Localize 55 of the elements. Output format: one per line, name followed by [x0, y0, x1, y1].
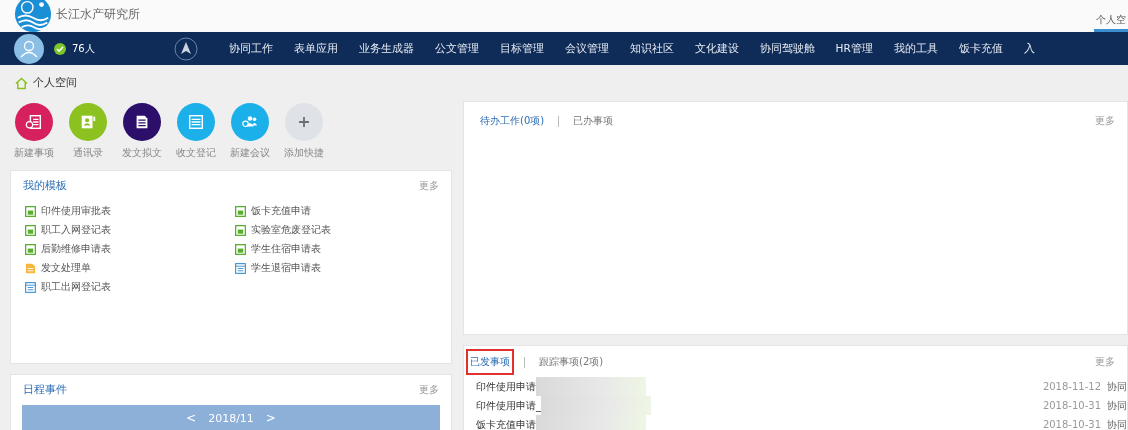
item-date: 2018-10-31: [1042, 400, 1101, 411]
nav-menu-item[interactable]: 表单应用: [283, 41, 348, 56]
document-icon: [25, 262, 36, 274]
form-icon: [25, 224, 36, 236]
template-link[interactable]: 印件使用审批表: [41, 204, 111, 218]
nav-menu-item[interactable]: 入: [1013, 41, 1046, 56]
card-tab[interactable]: 已发事项: [466, 349, 514, 375]
item-date: 2018-10-31: [1042, 419, 1101, 430]
avatar-icon[interactable]: [14, 33, 44, 64]
item-date: 2018-11-12: [1042, 381, 1101, 392]
form-icon: [235, 205, 246, 217]
template-link[interactable]: 饭卡充值申请: [251, 204, 311, 218]
template-link[interactable]: 实验室危废登记表: [251, 223, 331, 237]
nav-menu-item[interactable]: 会议管理: [554, 41, 619, 56]
nav-menu-item[interactable]: 业务生成器: [348, 41, 424, 56]
breadcrumb-title: 个人空间: [33, 76, 77, 90]
item-type: 协同: [1107, 379, 1127, 394]
nav-menu-item[interactable]: 目标管理: [489, 41, 554, 56]
item-type: 协同: [1107, 417, 1127, 430]
card-tab[interactable]: 跟踪事项(2项): [535, 349, 608, 375]
nav-menu-item[interactable]: 公文管理: [424, 41, 489, 56]
nav-menu-item[interactable]: HR管理: [825, 41, 884, 56]
nav-menu-item[interactable]: 文化建设: [684, 41, 749, 56]
form-icon: [25, 243, 36, 255]
item-title-link[interactable]: 印件使用申请: [476, 379, 536, 394]
nav-menu-item[interactable]: 协同驾驶舱: [749, 41, 825, 56]
item-type: 协同: [1107, 398, 1127, 413]
template-link[interactable]: 发文处理单: [41, 261, 91, 275]
card-tab[interactable]: 已办事项: [569, 108, 618, 134]
contact-card-icon: [79, 113, 97, 131]
form-icon: [235, 224, 246, 236]
form-icon: [25, 205, 36, 217]
list-icon: [235, 262, 246, 274]
nav-menu-item[interactable]: 知识社区: [619, 41, 684, 56]
template-link[interactable]: 职工入网登记表: [41, 223, 111, 237]
document-icon: [25, 113, 43, 131]
template-link[interactable]: 学生住宿申请表: [251, 242, 321, 256]
template-link[interactable]: 职工出网登记表: [41, 280, 111, 294]
nav-menu-item[interactable]: 协同工作: [218, 41, 283, 56]
form-icon: [235, 243, 246, 255]
card-title: 日程事件: [23, 383, 67, 397]
list-icon: [25, 281, 36, 293]
item-title-link[interactable]: 饭卡充值申请: [476, 417, 536, 430]
institute-name: 长江水产研究所: [56, 6, 140, 23]
plus-icon: [297, 115, 311, 129]
online-count: 76人: [72, 41, 95, 56]
nav-menu-item[interactable]: 我的工具: [883, 41, 949, 56]
nav-menu-item[interactable]: 饭卡充值: [948, 41, 1014, 56]
item-title-link[interactable]: 印件使用申请_: [476, 398, 541, 413]
card-title: 我的模板: [23, 179, 67, 193]
template-link[interactable]: 后勤维修申请表: [41, 242, 111, 256]
template-link[interactable]: 学生退宿申请表: [251, 261, 321, 275]
month-label: 2018/11: [208, 411, 254, 425]
card-tab[interactable]: 待办工作(0项): [476, 108, 549, 134]
form-icon: [187, 113, 205, 131]
